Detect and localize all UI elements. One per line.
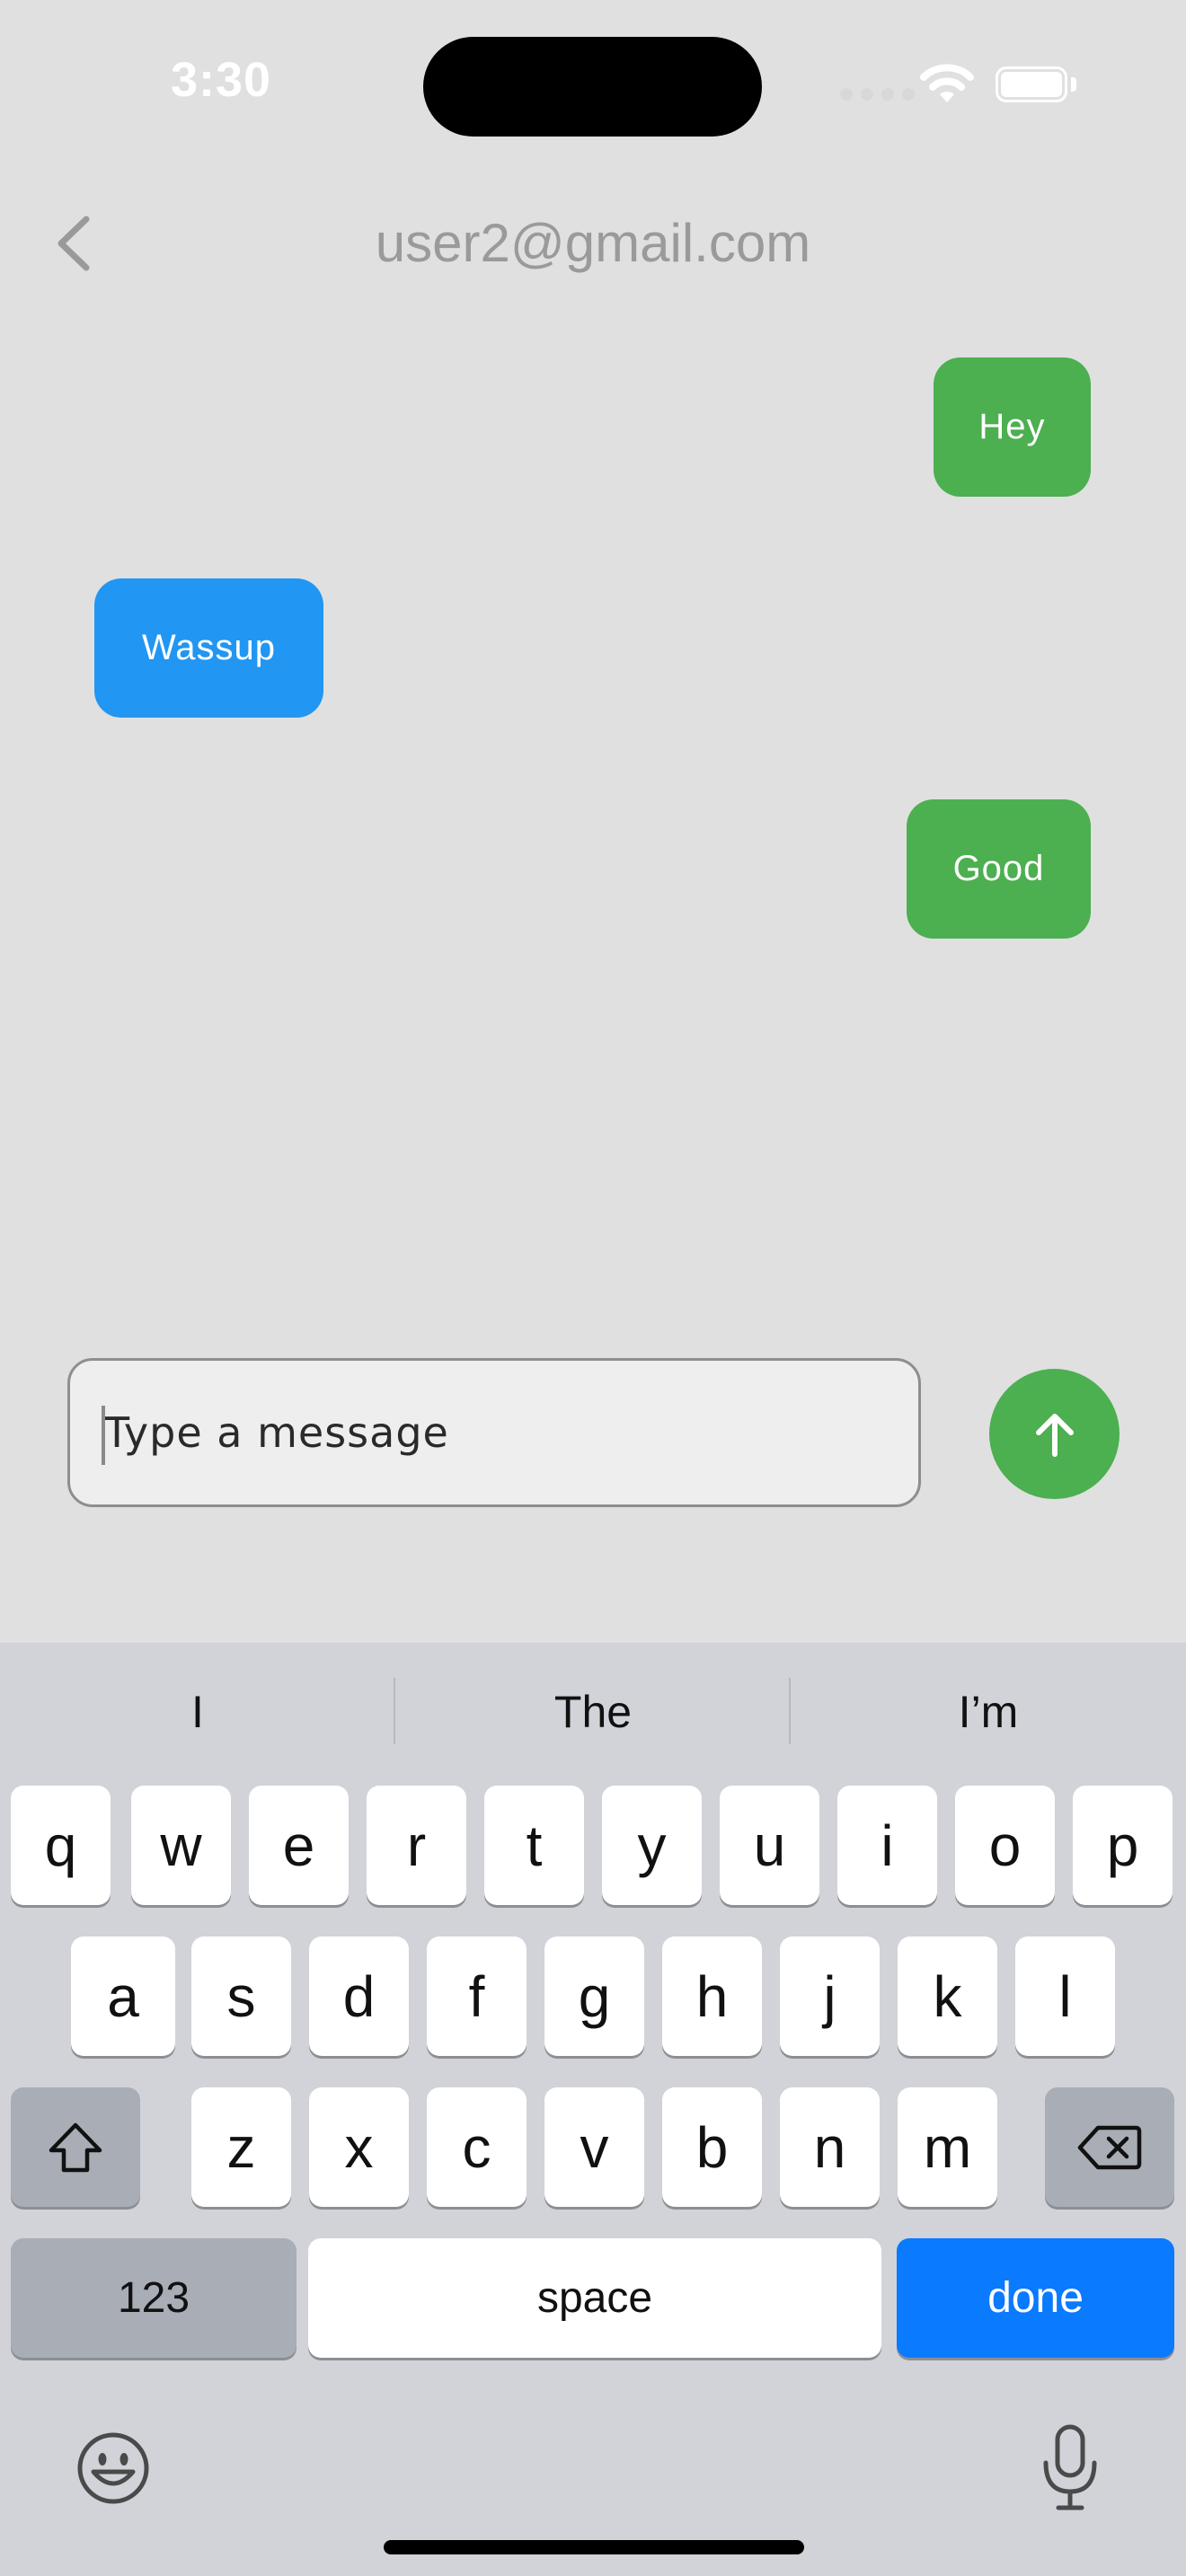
message-bubble-sent[interactable]: Hey [934,357,1091,497]
key-p[interactable]: p [1073,1786,1173,1905]
arrow-up-icon [1035,1413,1074,1457]
status-time: 3:30 [171,53,272,107]
key-q[interactable]: q [11,1786,111,1905]
key-i[interactable]: i [837,1786,937,1905]
emoji-icon[interactable] [75,2430,151,2506]
suggestion-2[interactable]: The [395,1680,791,1744]
message-text: Hey [978,407,1046,446]
message-input-container[interactable] [67,1358,921,1507]
suggestion-1[interactable]: I [0,1680,395,1744]
suggestion-3[interactable]: I’m [791,1680,1186,1744]
cellular-signal-icon [840,88,915,101]
key-a[interactable]: a [71,1936,175,2056]
text-caret [102,1406,105,1465]
key-m[interactable]: m [898,2087,997,2207]
key-g[interactable]: g [544,1936,644,2056]
space-key[interactable]: space [308,2238,881,2358]
key-h[interactable]: h [662,1936,762,2056]
home-indicator [384,2540,804,2554]
battery-icon [996,66,1067,102]
key-c[interactable]: c [427,2087,527,2207]
key-x[interactable]: x [309,2087,409,2207]
backspace-icon [1077,2125,1142,2169]
done-key[interactable]: done [897,2238,1174,2358]
key-e[interactable]: e [249,1786,349,1905]
shift-icon [49,2122,102,2172]
microphone-icon[interactable] [1040,2423,1100,2513]
message-bubble-received[interactable]: Wassup [94,578,323,718]
key-l[interactable]: l [1015,1936,1115,2056]
key-t[interactable]: t [484,1786,584,1905]
message-text: Good [952,849,1045,888]
key-w[interactable]: w [131,1786,231,1905]
send-button[interactable] [989,1369,1120,1499]
shift-key[interactable] [11,2087,140,2207]
key-v[interactable]: v [544,2087,644,2207]
key-k[interactable]: k [898,1936,997,2056]
key-o[interactable]: o [955,1786,1055,1905]
key-y[interactable]: y [602,1786,702,1905]
key-b[interactable]: b [662,2087,762,2207]
key-f[interactable]: f [427,1936,527,2056]
dynamic-island [423,37,762,137]
battery-nub [1071,77,1076,92]
key-j[interactable]: j [780,1936,880,2056]
wifi-icon [920,64,974,102]
backspace-key[interactable] [1045,2087,1174,2207]
key-d[interactable]: d [309,1936,409,2056]
message-input[interactable] [104,1361,877,1504]
key-s[interactable]: s [191,1936,291,2056]
key-z[interactable]: z [191,2087,291,2207]
key-r[interactable]: r [367,1786,466,1905]
key-n[interactable]: n [780,2087,880,2207]
chat-title: user2@gmail.com [375,213,811,273]
key-u[interactable]: u [720,1786,819,1905]
message-bubble-sent[interactable]: Good [907,799,1091,939]
numbers-key[interactable]: 123 [11,2238,296,2358]
message-text: Wassup [141,628,276,667]
